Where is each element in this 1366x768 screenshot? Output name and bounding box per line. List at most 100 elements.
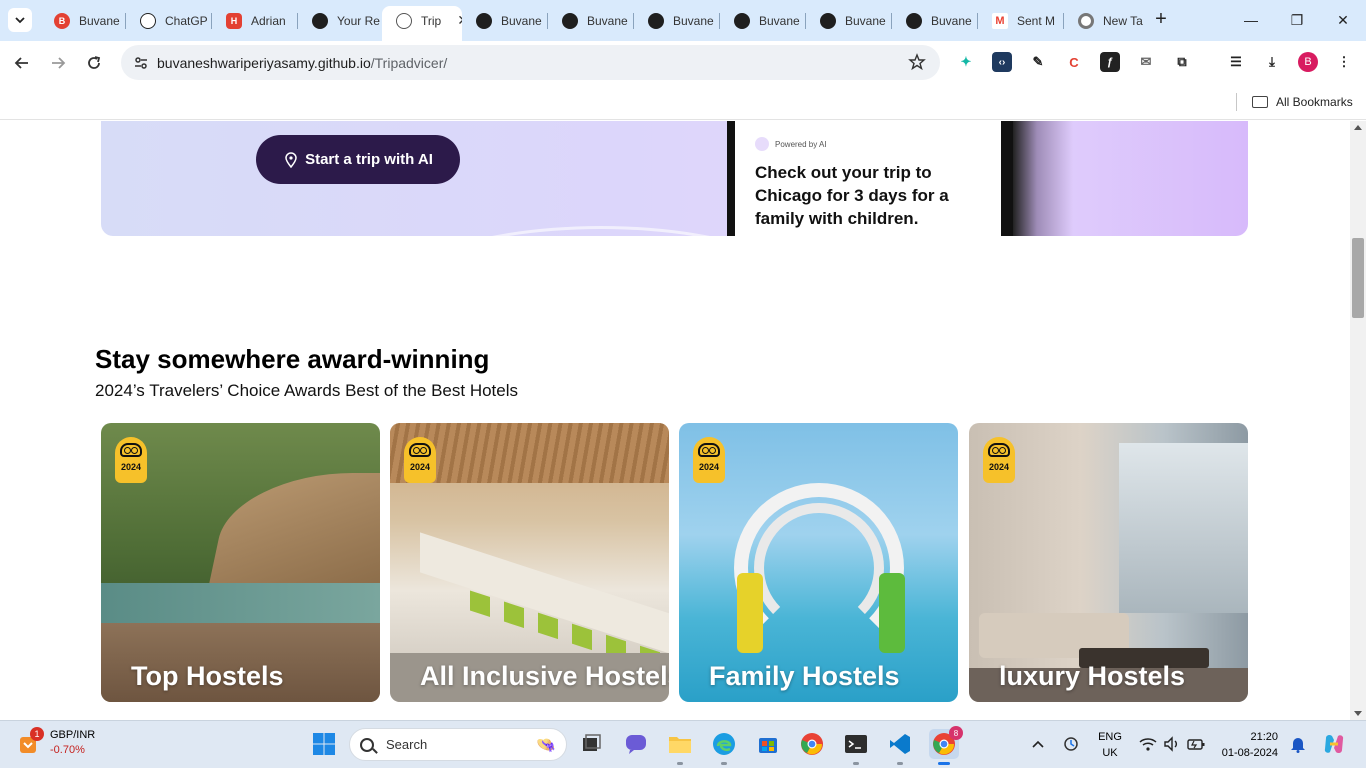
- vscode-button[interactable]: [885, 729, 915, 759]
- ai-trip-banner: Start a trip with AI Powered by AI Check…: [101, 121, 1248, 236]
- download-icon[interactable]: ⤓: [1262, 52, 1282, 72]
- hotel-card-luxury[interactable]: 2024 luxury Hostels: [969, 423, 1248, 702]
- badge-year: 2024: [988, 462, 1010, 472]
- card-image-counter: [420, 532, 669, 654]
- bookmark-star-icon[interactable]: [908, 53, 926, 71]
- chrome-active-button[interactable]: 8: [929, 726, 963, 759]
- tab-2[interactable]: H Adrian: [212, 6, 298, 35]
- language-indicator[interactable]: ENG UK: [1094, 729, 1126, 761]
- tab-5[interactable]: Buvane: [462, 6, 548, 35]
- tab-3[interactable]: Your Re: [298, 6, 384, 35]
- file-explorer-button[interactable]: [665, 729, 695, 759]
- card-label: Family Hostels: [709, 661, 900, 691]
- hotel-card-family[interactable]: 2024 Family Hostels: [679, 423, 958, 702]
- start-trip-ai-button[interactable]: Start a trip with AI: [256, 135, 460, 184]
- reading-list-icon[interactable]: ☰: [1226, 52, 1246, 72]
- owl-icon: [988, 443, 1010, 457]
- chrome-taskbar-button[interactable]: [797, 729, 827, 759]
- tab-search-button[interactable]: [8, 8, 32, 32]
- copilot-button[interactable]: [1320, 729, 1348, 759]
- tab-title: Buvane: [759, 13, 800, 28]
- url-path: /Tripadvicer/: [370, 54, 448, 71]
- tab-11[interactable]: M Sent M: [978, 6, 1064, 35]
- eyedropper-extension-icon[interactable]: ✎: [1028, 52, 1048, 72]
- tab-title: ChatGP: [165, 13, 208, 28]
- battery-button[interactable]: [1184, 729, 1208, 759]
- function-extension-icon[interactable]: ƒ: [1100, 52, 1120, 72]
- tab-1[interactable]: ChatGP: [126, 6, 212, 35]
- ticker-widget[interactable]: 1 GBP/INR -0.70%: [16, 727, 95, 758]
- chat-app-button[interactable]: [621, 729, 651, 759]
- search-icon: [360, 737, 374, 752]
- scroll-up-icon[interactable]: [1354, 125, 1362, 130]
- chat-icon: [626, 735, 646, 754]
- sync-icon: [1064, 737, 1078, 751]
- terminal-icon: [845, 735, 867, 753]
- code-extension-icon[interactable]: ‹›: [992, 52, 1012, 72]
- site-info-icon[interactable]: [129, 51, 153, 75]
- tab-6[interactable]: Buvane: [548, 6, 634, 35]
- volume-button[interactable]: [1160, 729, 1184, 759]
- taskbar-search[interactable]: Search 👒: [349, 728, 567, 761]
- scrollbar-thumb[interactable]: [1352, 238, 1364, 318]
- extensions-puzzle-icon[interactable]: ⧉: [1172, 52, 1192, 72]
- new-tab-button[interactable]: +: [1150, 9, 1172, 31]
- hummingbird-extension-icon[interactable]: ✦: [956, 52, 976, 72]
- more-menu-icon[interactable]: ⋮: [1334, 52, 1354, 72]
- battery-icon: [1187, 739, 1205, 750]
- sync-tray-button[interactable]: [1058, 729, 1084, 759]
- close-window-button[interactable]: ✕: [1320, 6, 1366, 34]
- restore-button[interactable]: ❐: [1274, 6, 1320, 34]
- clock-date: 01-08-2024: [1221, 747, 1278, 759]
- tab-10[interactable]: Buvane: [892, 6, 978, 35]
- task-view-button[interactable]: [576, 729, 606, 759]
- tab-strip: B Buvane ChatGP H Adrian Your Re Trip ✕ …: [0, 0, 1366, 41]
- edge-button[interactable]: [709, 729, 739, 759]
- ticker-change: -0.70%: [50, 744, 85, 756]
- reload-button[interactable]: [80, 49, 108, 77]
- card-image-pool: [101, 583, 380, 623]
- minimize-button[interactable]: —: [1228, 6, 1274, 34]
- wifi-button[interactable]: [1136, 729, 1160, 759]
- phone-shadow: [1013, 121, 1073, 236]
- wifi-icon: [1139, 738, 1157, 751]
- owl-icon: [698, 443, 720, 457]
- running-indicator: [677, 762, 683, 765]
- mail-extension-icon[interactable]: ✉: [1136, 52, 1156, 72]
- arrow-right-icon: [52, 57, 66, 69]
- tab-7[interactable]: Buvane: [634, 6, 720, 35]
- terminal-button[interactable]: [841, 729, 871, 759]
- github-icon: [820, 12, 836, 29]
- tab-active[interactable]: Trip ✕: [382, 6, 462, 41]
- profile-avatar[interactable]: B: [1298, 52, 1318, 72]
- windows-taskbar: 1 GBP/INR -0.70% Search 👒 8 ENG UK 21:20…: [0, 720, 1366, 768]
- hotel-card-all-inclusive[interactable]: 2024 All Inclusive Hostels: [390, 423, 669, 702]
- tab-9[interactable]: Buvane: [806, 6, 892, 35]
- url-text: buvaneshwariperiyasamy.github.io/Tripadv…: [157, 55, 447, 71]
- tab-12[interactable]: New Ta: [1064, 6, 1144, 35]
- location-sparkle-icon: [285, 151, 297, 168]
- start-button[interactable]: [309, 729, 339, 759]
- active-indicator: [938, 762, 950, 765]
- tab-title: Sent M: [1017, 13, 1056, 28]
- store-button[interactable]: [753, 729, 783, 759]
- system-clock[interactable]: 21:20 01-08-2024: [1218, 729, 1278, 761]
- travelers-choice-badge: 2024: [983, 437, 1015, 483]
- github-icon: [648, 12, 664, 29]
- forward-button[interactable]: [44, 49, 72, 77]
- ai-sparkle-icon: [755, 137, 769, 151]
- show-hidden-icons-button[interactable]: [1026, 729, 1050, 759]
- scroll-down-icon[interactable]: [1354, 711, 1362, 716]
- clock-time: 21:20: [1250, 731, 1278, 743]
- hotel-card-top[interactable]: 2024 Top Hostels: [101, 423, 380, 702]
- tab-8[interactable]: Buvane: [720, 6, 806, 35]
- notifications-button[interactable]: [1286, 729, 1310, 759]
- all-bookmarks-button[interactable]: All Bookmarks: [1252, 92, 1353, 112]
- c-extension-icon[interactable]: C: [1064, 52, 1084, 72]
- back-button[interactable]: [8, 49, 36, 77]
- powered-by-ai: Powered by AI: [755, 137, 827, 151]
- folder-icon: [1252, 96, 1268, 108]
- page-scrollbar[interactable]: [1350, 121, 1366, 720]
- tab-0[interactable]: B Buvane: [40, 6, 126, 35]
- address-bar[interactable]: buvaneshwariperiyasamy.github.io/Tripadv…: [121, 45, 940, 80]
